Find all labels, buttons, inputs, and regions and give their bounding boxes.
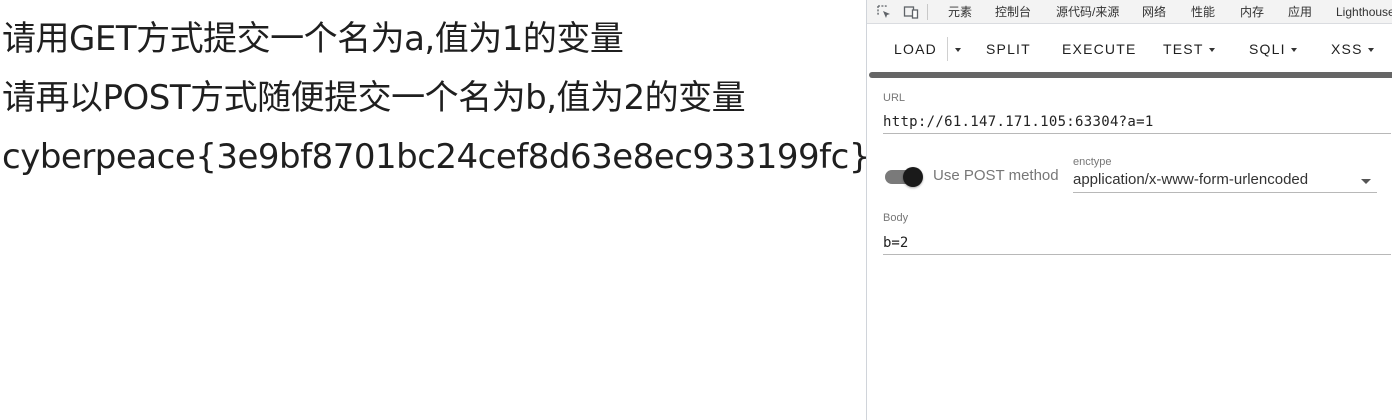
sqli-menu-button[interactable]: SQLI xyxy=(1249,40,1297,58)
enctype-select[interactable]: application/x-www-form-urlencoded xyxy=(1073,169,1377,193)
toggle-thumb xyxy=(903,167,923,187)
post-instruction-text: 请再以POST方式随便提交一个名为b,值为2的变量 xyxy=(2,78,746,118)
chevron-down-icon xyxy=(1208,48,1215,52)
body-label: Body xyxy=(883,212,909,224)
test-menu-button[interactable]: TEST xyxy=(1163,40,1215,58)
inspect-element-icon[interactable] xyxy=(876,4,892,20)
tab-console[interactable]: 控制台 xyxy=(995,5,1031,19)
load-button[interactable]: LOAD xyxy=(894,40,937,58)
post-method-toggle[interactable] xyxy=(885,167,925,187)
enctype-label: enctype xyxy=(1073,156,1112,168)
body-input[interactable] xyxy=(883,231,1391,255)
url-label: URL xyxy=(883,92,906,104)
chevron-down-icon xyxy=(955,48,961,52)
load-separator xyxy=(947,37,948,61)
devtools-panel: 元素 控制台 源代码/来源 网络 性能 内存 应用 Lighthouse LOA… xyxy=(866,0,1392,420)
execute-button[interactable]: EXECUTE xyxy=(1062,40,1137,58)
panel-divider xyxy=(869,72,1392,78)
tab-lighthouse[interactable]: Lighthouse xyxy=(1336,5,1392,19)
tab-network[interactable]: 网络 xyxy=(1142,5,1166,19)
enctype-value: application/x-www-form-urlencoded xyxy=(1073,171,1309,188)
chevron-down-icon xyxy=(1290,48,1297,52)
get-instruction-text: 请用GET方式提交一个名为a,值为1的变量 xyxy=(2,19,624,59)
hackbar-toolbar: LOAD SPLIT EXECUTE TEST SQLI XSS xyxy=(867,24,1392,72)
tab-memory[interactable]: 内存 xyxy=(1240,5,1264,19)
sqli-menu-label: SQLI xyxy=(1249,41,1286,57)
xss-menu-button[interactable]: XSS xyxy=(1331,40,1374,58)
device-toolbar-icon[interactable] xyxy=(903,4,919,20)
devtools-tab-bar: 元素 控制台 源代码/来源 网络 性能 内存 应用 Lighthouse xyxy=(867,0,1392,24)
page-content: 请用GET方式提交一个名为a,值为1的变量 请再以POST方式随便提交一个名为b… xyxy=(0,0,866,420)
post-method-label: Use POST method xyxy=(933,167,1059,184)
xss-menu-label: XSS xyxy=(1331,41,1363,57)
tab-sources[interactable]: 源代码/来源 xyxy=(1056,5,1119,19)
url-input[interactable] xyxy=(883,110,1391,134)
split-button[interactable]: SPLIT xyxy=(986,40,1031,58)
tab-application[interactable]: 应用 xyxy=(1288,5,1312,19)
flag-text: cyberpeace{3e9bf8701bc24cef8d63e8ec93319… xyxy=(2,137,866,177)
tab-bar-separator xyxy=(927,4,928,20)
chevron-down-icon xyxy=(1361,179,1371,184)
tab-performance[interactable]: 性能 xyxy=(1191,5,1215,19)
tab-elements[interactable]: 元素 xyxy=(948,5,972,19)
chevron-down-icon xyxy=(1367,48,1374,52)
load-menu-button[interactable] xyxy=(955,40,961,58)
test-menu-label: TEST xyxy=(1163,41,1204,57)
